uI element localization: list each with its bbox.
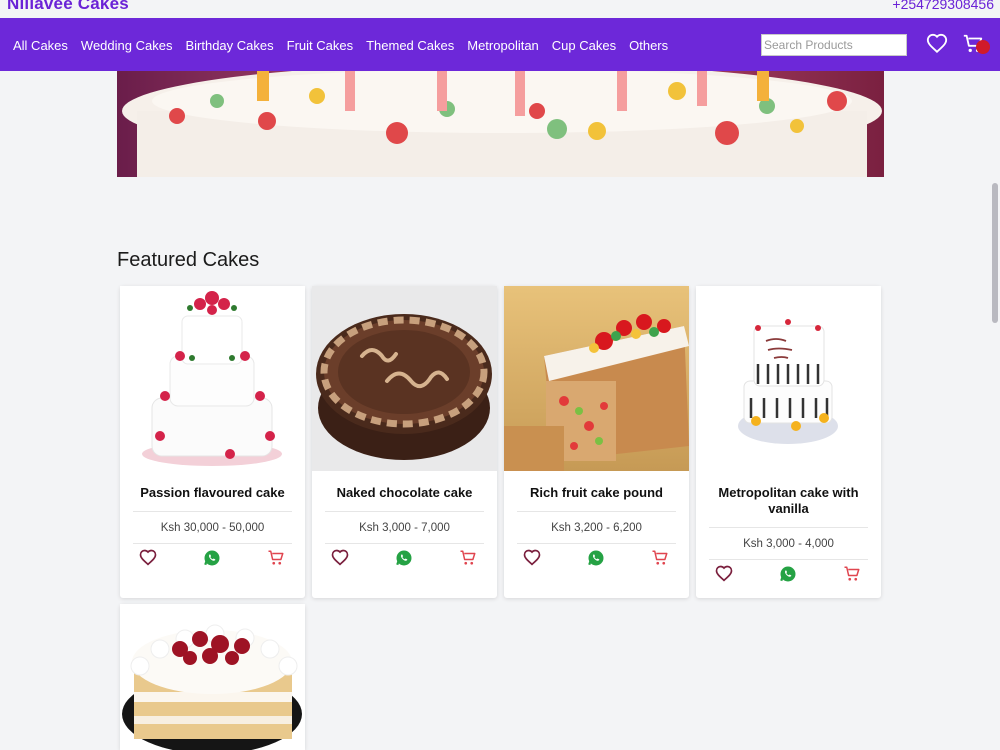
whatsapp-icon[interactable] — [587, 549, 605, 567]
whatsapp-icon[interactable] — [395, 549, 413, 567]
top-bar: Nillavee Cakes +254729308456 — [0, 0, 1000, 18]
product-image[interactable] — [120, 286, 305, 471]
product-image[interactable] — [504, 286, 689, 471]
product-name[interactable]: Passion flavoured cake — [120, 471, 305, 511]
nav-fruit-cakes[interactable]: Fruit Cakes — [287, 38, 353, 53]
heart-icon[interactable] — [139, 549, 157, 567]
product-actions — [696, 560, 881, 590]
cart-icon[interactable] — [459, 549, 477, 567]
cart-icon[interactable] — [843, 565, 861, 583]
nav-cup-cakes[interactable]: Cup Cakes — [552, 38, 616, 53]
heart-icon[interactable] — [523, 549, 541, 567]
search-input[interactable] — [761, 34, 907, 56]
product-image[interactable] — [312, 286, 497, 471]
nav-others[interactable]: Others — [629, 38, 668, 53]
hero-cake-image — [117, 71, 884, 177]
product-price: Ksh 3,000 - 4,000 — [743, 538, 834, 550]
main-nav: All Cakes Wedding Cakes Birthday Cakes F… — [0, 18, 1000, 71]
nav-themed-cakes[interactable]: Themed Cakes — [366, 38, 454, 53]
phone-number[interactable]: +254729308456 — [892, 0, 994, 12]
product-image[interactable] — [120, 604, 305, 750]
cart-icon[interactable] — [651, 549, 669, 567]
nav-wedding-cakes[interactable]: Wedding Cakes — [81, 38, 173, 53]
product-price: Ksh 3,200 - 6,200 — [551, 522, 642, 534]
product-price: Ksh 3,000 - 7,000 — [359, 522, 450, 534]
heart-icon[interactable] — [715, 565, 733, 583]
nav-birthday-cakes[interactable]: Birthday Cakes — [185, 38, 273, 53]
heart-icon[interactable] — [926, 33, 948, 55]
scrollbar-thumb[interactable] — [992, 183, 998, 323]
product-actions — [312, 544, 497, 574]
product-card[interactable]: Passion flavoured cake Ksh 30,000 - 50,0… — [120, 286, 305, 598]
product-name[interactable]: Rich fruit cake pound — [504, 471, 689, 511]
brand-logo[interactable]: Nillavee Cakes — [7, 0, 129, 14]
cart-count-badge — [976, 40, 990, 54]
heart-icon[interactable] — [331, 549, 349, 567]
nav-metropolitan[interactable]: Metropolitan — [467, 38, 539, 53]
product-actions — [504, 544, 689, 574]
product-card[interactable]: Rich fruit cake pound Ksh 3,200 - 6,200 — [504, 286, 689, 598]
product-card[interactable]: Naked chocolate cake Ksh 3,000 - 7,000 — [312, 286, 497, 598]
product-image[interactable] — [696, 286, 881, 471]
product-card[interactable] — [120, 604, 305, 750]
product-actions — [120, 544, 305, 574]
cart-icon[interactable] — [267, 549, 285, 567]
section-title: Featured Cakes — [117, 249, 260, 271]
product-price: Ksh 30,000 - 50,000 — [160, 522, 265, 534]
product-card[interactable]: Metropolitan cake with vanilla Ksh 3,000… — [696, 286, 881, 598]
nav-all-cakes[interactable]: All Cakes — [13, 38, 68, 53]
hero-banner — [117, 71, 884, 177]
product-name[interactable]: Naked chocolate cake — [312, 471, 497, 511]
product-name[interactable]: Metropolitan cake with vanilla — [696, 471, 881, 527]
whatsapp-icon[interactable] — [203, 549, 221, 567]
whatsapp-icon[interactable] — [779, 565, 797, 583]
nav-links: All Cakes Wedding Cakes Birthday Cakes F… — [13, 38, 681, 53]
